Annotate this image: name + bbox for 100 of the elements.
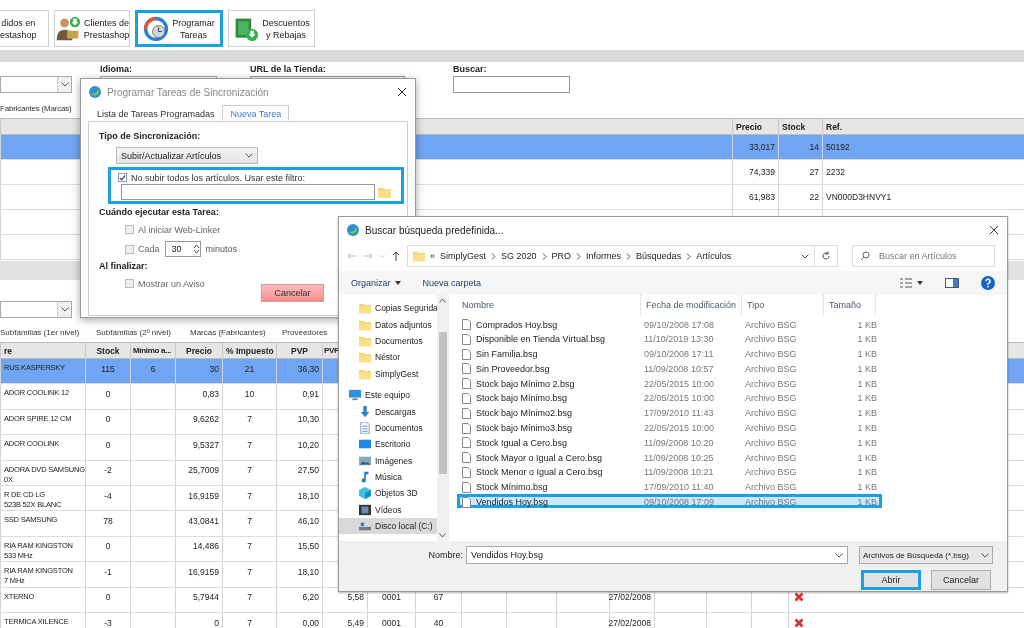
file-name-field[interactable]: Vendidos Hoy.bsg: [466, 546, 848, 564]
cancel-button[interactable]: Cancelar: [261, 284, 324, 302]
nav-item[interactable]: Música: [339, 468, 438, 486]
filter-field[interactable]: [121, 184, 375, 200]
column-header[interactable]: Fecha de modificación: [641, 294, 742, 316]
file-icon: [462, 319, 471, 330]
back-arrow-icon[interactable]: [347, 251, 357, 261]
file-type-dropdown[interactable]: Archivos de Búsqueda (*.bsg): [859, 546, 993, 564]
close-icon[interactable]: [989, 225, 999, 235]
search-field[interactable]: [453, 76, 570, 93]
file-icon: [462, 378, 471, 390]
forward-arrow-icon[interactable]: [363, 251, 373, 261]
table-cell: -2: [85, 460, 130, 485]
delete-icon[interactable]: [794, 617, 804, 628]
dropdown[interactable]: [0, 76, 72, 93]
table-cell: 27: [778, 160, 822, 184]
cube-icon: [359, 487, 371, 500]
file-icon: [462, 481, 471, 493]
nav-item[interactable]: Documentos: [339, 419, 438, 437]
delete-icon[interactable]: [794, 592, 804, 603]
checkbox[interactable]: No subir todos los artículos. Usar este filtro:: [118, 171, 401, 184]
nav-item[interactable]: Objetos 3D: [339, 485, 438, 502]
minutes-spinner[interactable]: 30: [164, 241, 201, 257]
breadcrumb[interactable]: SG 2020: [501, 251, 537, 261]
table-cell: 46,10: [276, 511, 322, 536]
computer-icon: [349, 389, 361, 402]
nav-item[interactable]: SimplyGest: [339, 365, 438, 382]
table-cell: 14,486: [175, 536, 222, 562]
file-row[interactable]: Comprados Hoy.bsg 09/10/2008 17:08 Archivo BSG 1 KB: [457, 316, 882, 331]
tab[interactable]: Nueva Tarea: [222, 105, 290, 121]
table-cell: 7: [222, 511, 276, 536]
toolbar-button[interactable]: didos en estashop: [0, 10, 49, 47]
breadcrumb[interactable]: PRO: [551, 251, 572, 261]
tab[interactable]: Lista de Tareas Programadas: [89, 105, 223, 121]
preview-pane-icon[interactable]: [945, 277, 959, 289]
table-cell: 0: [85, 435, 130, 460]
close-icon[interactable]: [397, 87, 407, 97]
dropdown[interactable]: [0, 301, 72, 318]
scroll-down-icon[interactable]: [439, 533, 446, 538]
file-row[interactable]: Disponible en Tienda Virtual.bsg 11/10/2019 13:30 Archivo BSG 1 KB: [457, 330, 882, 346]
scrollbar[interactable]: [437, 295, 448, 541]
toolbar-button[interactable]: Descuentos y Rebajas: [228, 10, 315, 47]
breadcrumb[interactable]: SimplyGest: [440, 251, 487, 261]
refresh-button[interactable]: [815, 245, 838, 267]
file-row[interactable]: Sin Proveedor.bsg 11/09/2008 10:57 Archivo BSG 1 KB: [457, 360, 882, 376]
tab[interactable]: Subfamilias (1er nivel): [0, 327, 96, 337]
file-row[interactable]: Vendidos Hoy.bsg 09/10/2008 17:09 Archivo BSG 1 KB: [457, 493, 882, 509]
help-icon[interactable]: [981, 276, 995, 290]
sync-type-dropdown[interactable]: Subir/Actualizar Artículos: [116, 147, 258, 164]
nav-item[interactable]: Descargas: [339, 403, 438, 420]
nav-item[interactable]: Copias Segurida: [339, 300, 438, 317]
file-row[interactable]: Stock Menor o Igual a Cero.bsg 11/09/2008 10:21 Archivo BSG 1 KB: [457, 463, 882, 479]
scroll-up-icon[interactable]: [439, 298, 446, 303]
scroll-thumb[interactable]: [438, 332, 447, 474]
table-cell: -4: [85, 485, 130, 511]
address-bar[interactable]: « SimplyGest SG 2020 PRO Informes Búsquedas Artículos: [407, 245, 815, 267]
toolbar-button[interactable]: Programar Tareas: [135, 10, 223, 47]
open-button[interactable]: Abrir: [861, 570, 921, 590]
table-cell: 25,7009: [175, 460, 222, 485]
file-row[interactable]: Stock Igual a Cero.bsg 11/09/2008 10:20 Archivo BSG 1 KB: [457, 434, 882, 450]
breadcrumb[interactable]: Búsquedas: [636, 251, 682, 261]
organize-menu[interactable]: Organizar: [351, 278, 401, 288]
file-row[interactable]: Sin Familia.bsg 09/10/2008 17:11 Archivo BSG 1 KB: [457, 345, 882, 361]
column-header[interactable]: Tamaño: [824, 294, 876, 316]
nav-item[interactable]: Escritorio: [339, 436, 438, 453]
nav-item[interactable]: Este equipo: [339, 386, 438, 404]
file-row[interactable]: Stock bajo Mínimo3.bsg 22/05/2015 10:00 Archivo BSG 1 KB: [457, 419, 882, 435]
file-row[interactable]: Stock bajo Mínimo2.bsg 17/09/2010 11:43 Archivo BSG 1 KB: [457, 404, 882, 420]
section-label: Cuándo ejecutar esta Tarea:: [99, 207, 220, 219]
table-cell: 7: [222, 485, 276, 511]
file-icon: [462, 363, 471, 375]
file-row[interactable]: Stock bajo Mínimo.bsg 22/05/2015 10:00 Archivo BSG 1 KB: [457, 390, 882, 405]
table-cell: 0: [85, 587, 130, 612]
up-arrow-icon[interactable]: [391, 251, 401, 261]
new-folder-button[interactable]: Nueva carpeta: [422, 278, 482, 288]
column-header[interactable]: Tipo: [742, 294, 824, 316]
breadcrumb[interactable]: Artículos: [696, 251, 732, 261]
file-row[interactable]: Stock Mayor o Igual a Cero.bsg 11/09/2008 10:25 Archivo BSG 1 KB: [457, 449, 882, 464]
tab[interactable]: Marcas (Fabricantes): [190, 327, 282, 337]
nav-item[interactable]: Disco local (C:): [339, 518, 438, 535]
nav-item[interactable]: Néstor: [339, 349, 438, 366]
field-label: Idioma:: [100, 64, 133, 74]
cancel-button[interactable]: Cancelar: [931, 570, 991, 590]
table-cell: VN000D3HNVY1: [822, 185, 1024, 209]
tab[interactable]: Fabricantes (Marcas): [0, 103, 72, 113]
nav-item[interactable]: Imágenes: [339, 452, 438, 469]
overflow-mark[interactable]: «: [430, 251, 435, 261]
tab[interactable]: Subfamilias (2º nivel): [96, 327, 190, 337]
nav-item[interactable]: Datos adjuntos: [339, 316, 438, 333]
nav-item[interactable]: Documentos: [339, 332, 438, 350]
nav-item[interactable]: Vídeos: [339, 501, 438, 519]
toolbar-button[interactable]: Clientes de Prestashop: [54, 10, 130, 47]
breadcrumb[interactable]: Informes: [586, 251, 622, 261]
file-row[interactable]: Stock Mínimo.bsg 17/09/2010 11:40 Archivo BSG 1 KB: [457, 478, 882, 494]
column-header[interactable]: Nombre: [457, 294, 641, 316]
checkbox[interactable]: Cada: [125, 242, 160, 256]
folder-icon: [359, 302, 371, 315]
table-cell: 0,91: [276, 384, 322, 409]
file-row[interactable]: Stock bajo Mínimo 2.bsg 22/05/2015 10:00 Archivo BSG 1 KB: [457, 375, 882, 390]
chevron-down-icon: [245, 153, 253, 158]
